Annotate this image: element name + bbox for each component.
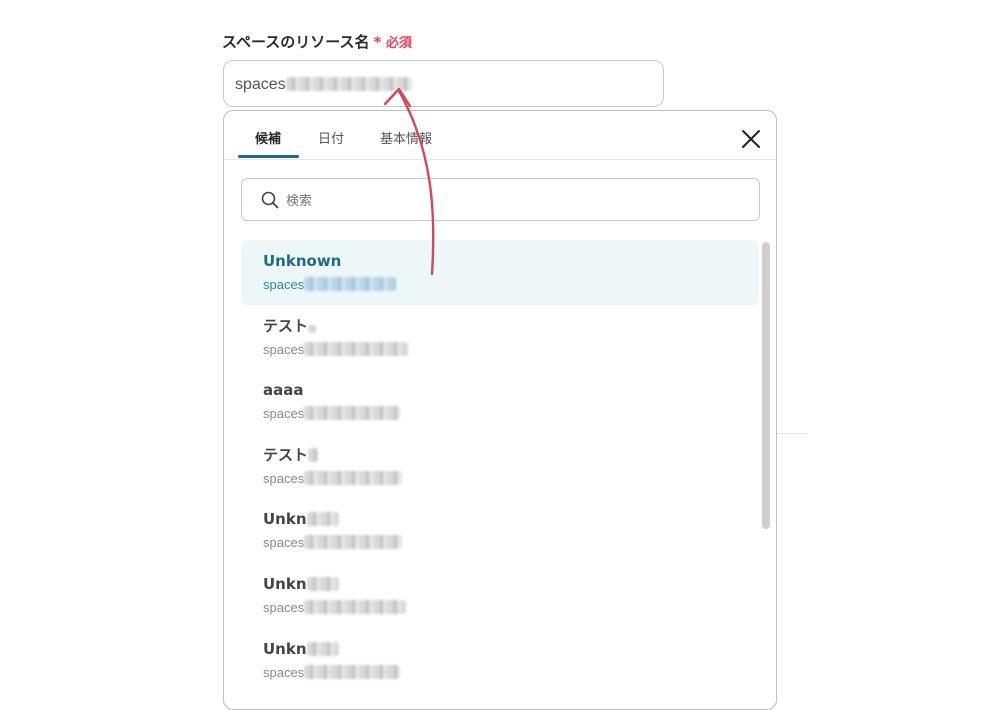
background-divider: [777, 433, 808, 434]
item-name: aaaa: [263, 381, 304, 400]
tab-basic-info[interactable]: 基本情報: [380, 128, 432, 147]
item-name: Unkn: [263, 638, 759, 660]
list-item[interactable]: Unkn spaces: [241, 628, 759, 693]
item-name: Unkn: [263, 573, 759, 595]
item-id: spaces: [263, 405, 759, 423]
search-box[interactable]: [241, 178, 760, 221]
item-id: spaces: [263, 599, 759, 617]
item-id: spaces: [263, 664, 759, 682]
list-item[interactable]: テスト spaces: [241, 305, 759, 370]
suggestion-panel: 候補 日付 基本情報 Unknown spaces テスト spaces aaa…: [223, 110, 777, 710]
tab-suggestions[interactable]: 候補: [255, 128, 281, 147]
item-id: spaces: [263, 470, 759, 488]
resource-name-value: spaces: [235, 76, 412, 94]
item-name: テスト: [263, 315, 759, 337]
list-item[interactable]: Unknown spaces: [241, 240, 759, 305]
required-indicator: * 必須: [373, 33, 412, 51]
item-name: Unknown: [263, 252, 342, 270]
resource-name-input[interactable]: spaces: [223, 60, 664, 107]
item-id: spaces: [263, 534, 759, 552]
item-name: テスト: [263, 444, 759, 466]
field-label: スペースのリソース名 * 必須: [222, 31, 412, 52]
list-item[interactable]: Unkn spaces: [241, 498, 759, 563]
suggestion-list: Unknown spaces テスト spaces aaaa spaces テス…: [241, 240, 759, 692]
tab-date[interactable]: 日付: [318, 128, 344, 147]
item-id: spaces: [263, 341, 759, 359]
search-icon: [261, 191, 279, 209]
search-input[interactable]: [284, 189, 748, 213]
list-item[interactable]: テスト spaces: [241, 434, 759, 499]
tab-bar: 候補 日付 基本情報: [224, 111, 776, 160]
field-label-text: スペースのリソース名: [222, 33, 370, 51]
list-item[interactable]: aaaa spaces: [241, 369, 759, 434]
item-name: Unkn: [263, 508, 759, 530]
close-icon: [742, 130, 760, 148]
active-tab-indicator: [238, 155, 299, 158]
redacted-value: [285, 77, 412, 91]
close-button[interactable]: [740, 128, 762, 150]
list-item[interactable]: Unkn spaces: [241, 563, 759, 628]
item-id: spaces: [263, 276, 759, 294]
scrollbar-thumb[interactable]: [762, 242, 770, 529]
